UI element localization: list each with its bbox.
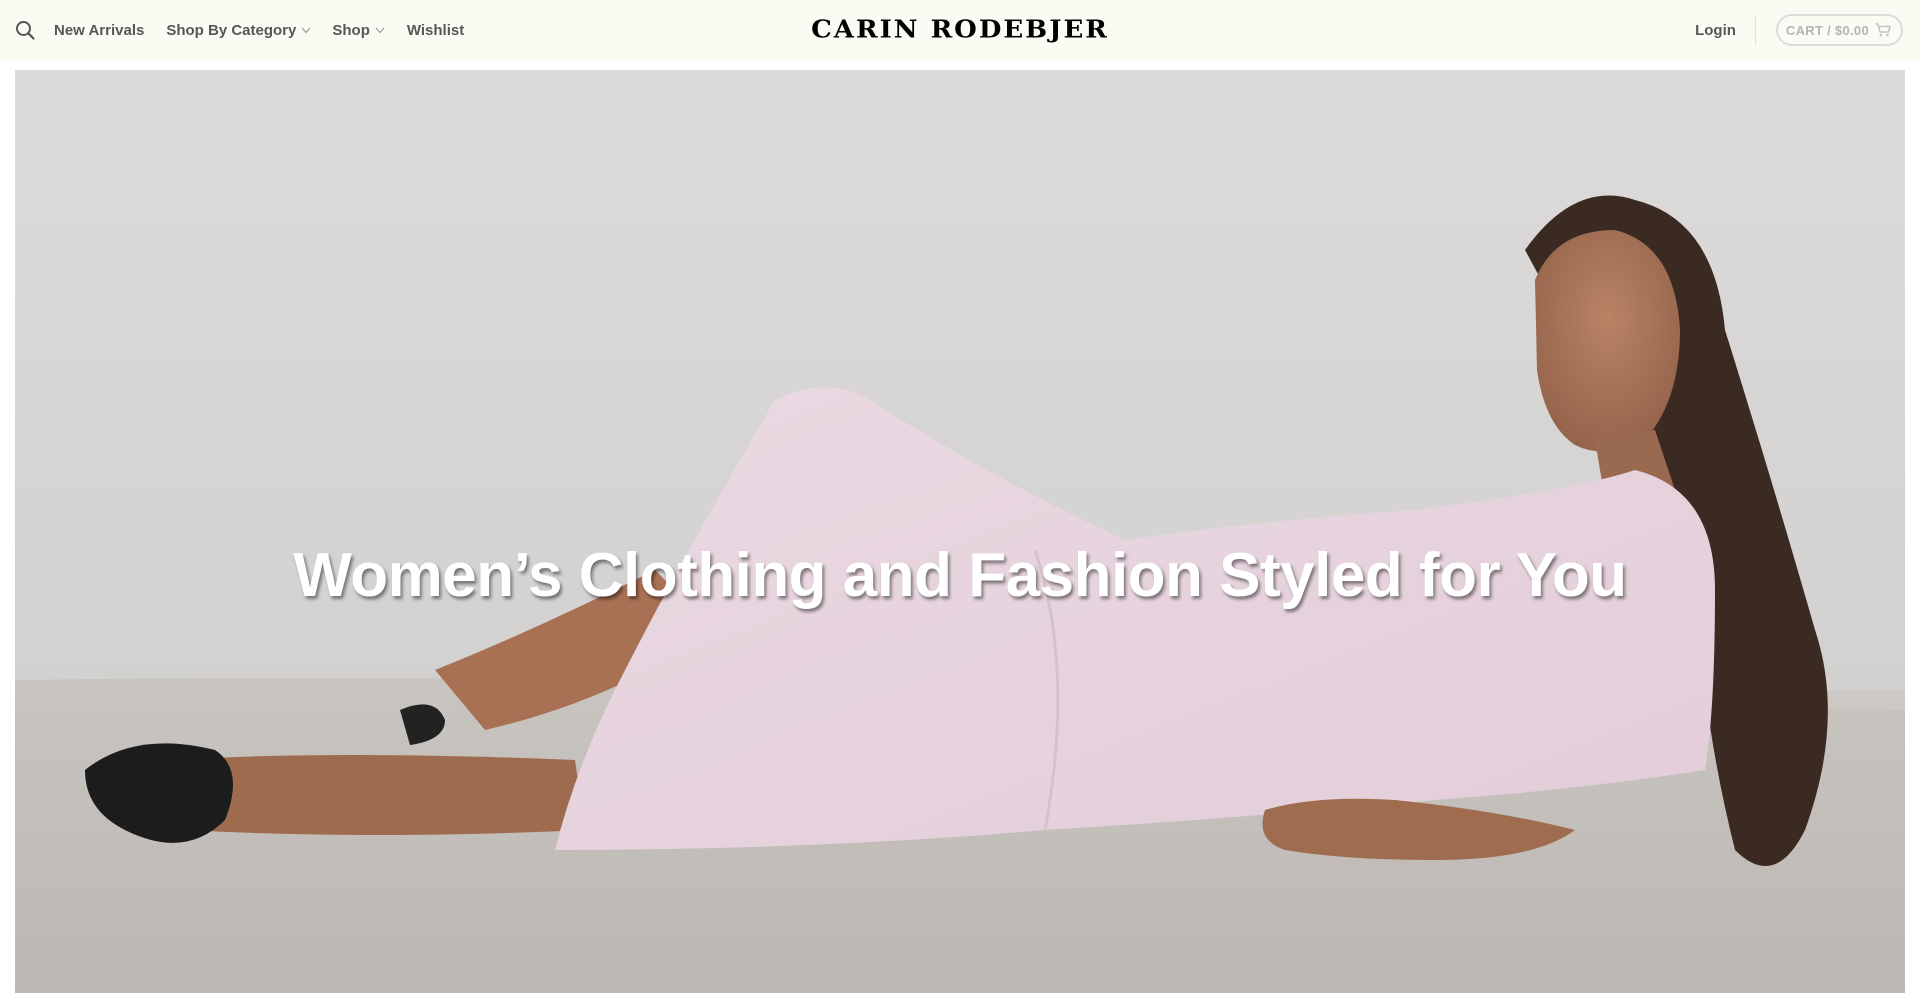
- account-nav: Login CART / $0.00: [1695, 0, 1903, 60]
- login-link[interactable]: Login: [1695, 22, 1736, 39]
- nav-new-arrivals-label: New Arrivals: [54, 21, 145, 39]
- nav-shop-label: Shop: [332, 21, 370, 39]
- header-divider: [1754, 15, 1756, 45]
- hero-title: Women’s Clothing and Fashion Styled for …: [293, 540, 1627, 610]
- nav-shop-by-category-label: Shop By Category: [166, 21, 297, 39]
- site-header: New Arrivals Shop By Category Shop Wishl…: [0, 0, 1920, 60]
- site-logo[interactable]: CARIN RODEBJER: [811, 16, 1109, 45]
- cart-button[interactable]: CART / $0.00: [1775, 14, 1903, 46]
- nav-wishlist-label: Wishlist: [406, 21, 465, 39]
- search-icon[interactable]: [14, 19, 36, 41]
- nav-shop-by-category[interactable]: Shop By Category: [166, 22, 311, 39]
- hero-banner[interactable]: Women’s Clothing and Fashion Styled for …: [15, 70, 1905, 993]
- primary-nav: New Arrivals Shop By Category Shop Wishl…: [14, 0, 464, 60]
- nav-shop[interactable]: Shop: [332, 22, 385, 39]
- chevron-down-icon: [375, 25, 385, 35]
- nav-wishlist[interactable]: Wishlist: [407, 22, 464, 39]
- chevron-down-icon: [301, 25, 311, 35]
- cart-icon: [1875, 23, 1891, 37]
- nav-new-arrivals[interactable]: New Arrivals: [54, 22, 144, 39]
- cart-label: CART / $0.00: [1785, 22, 1869, 38]
